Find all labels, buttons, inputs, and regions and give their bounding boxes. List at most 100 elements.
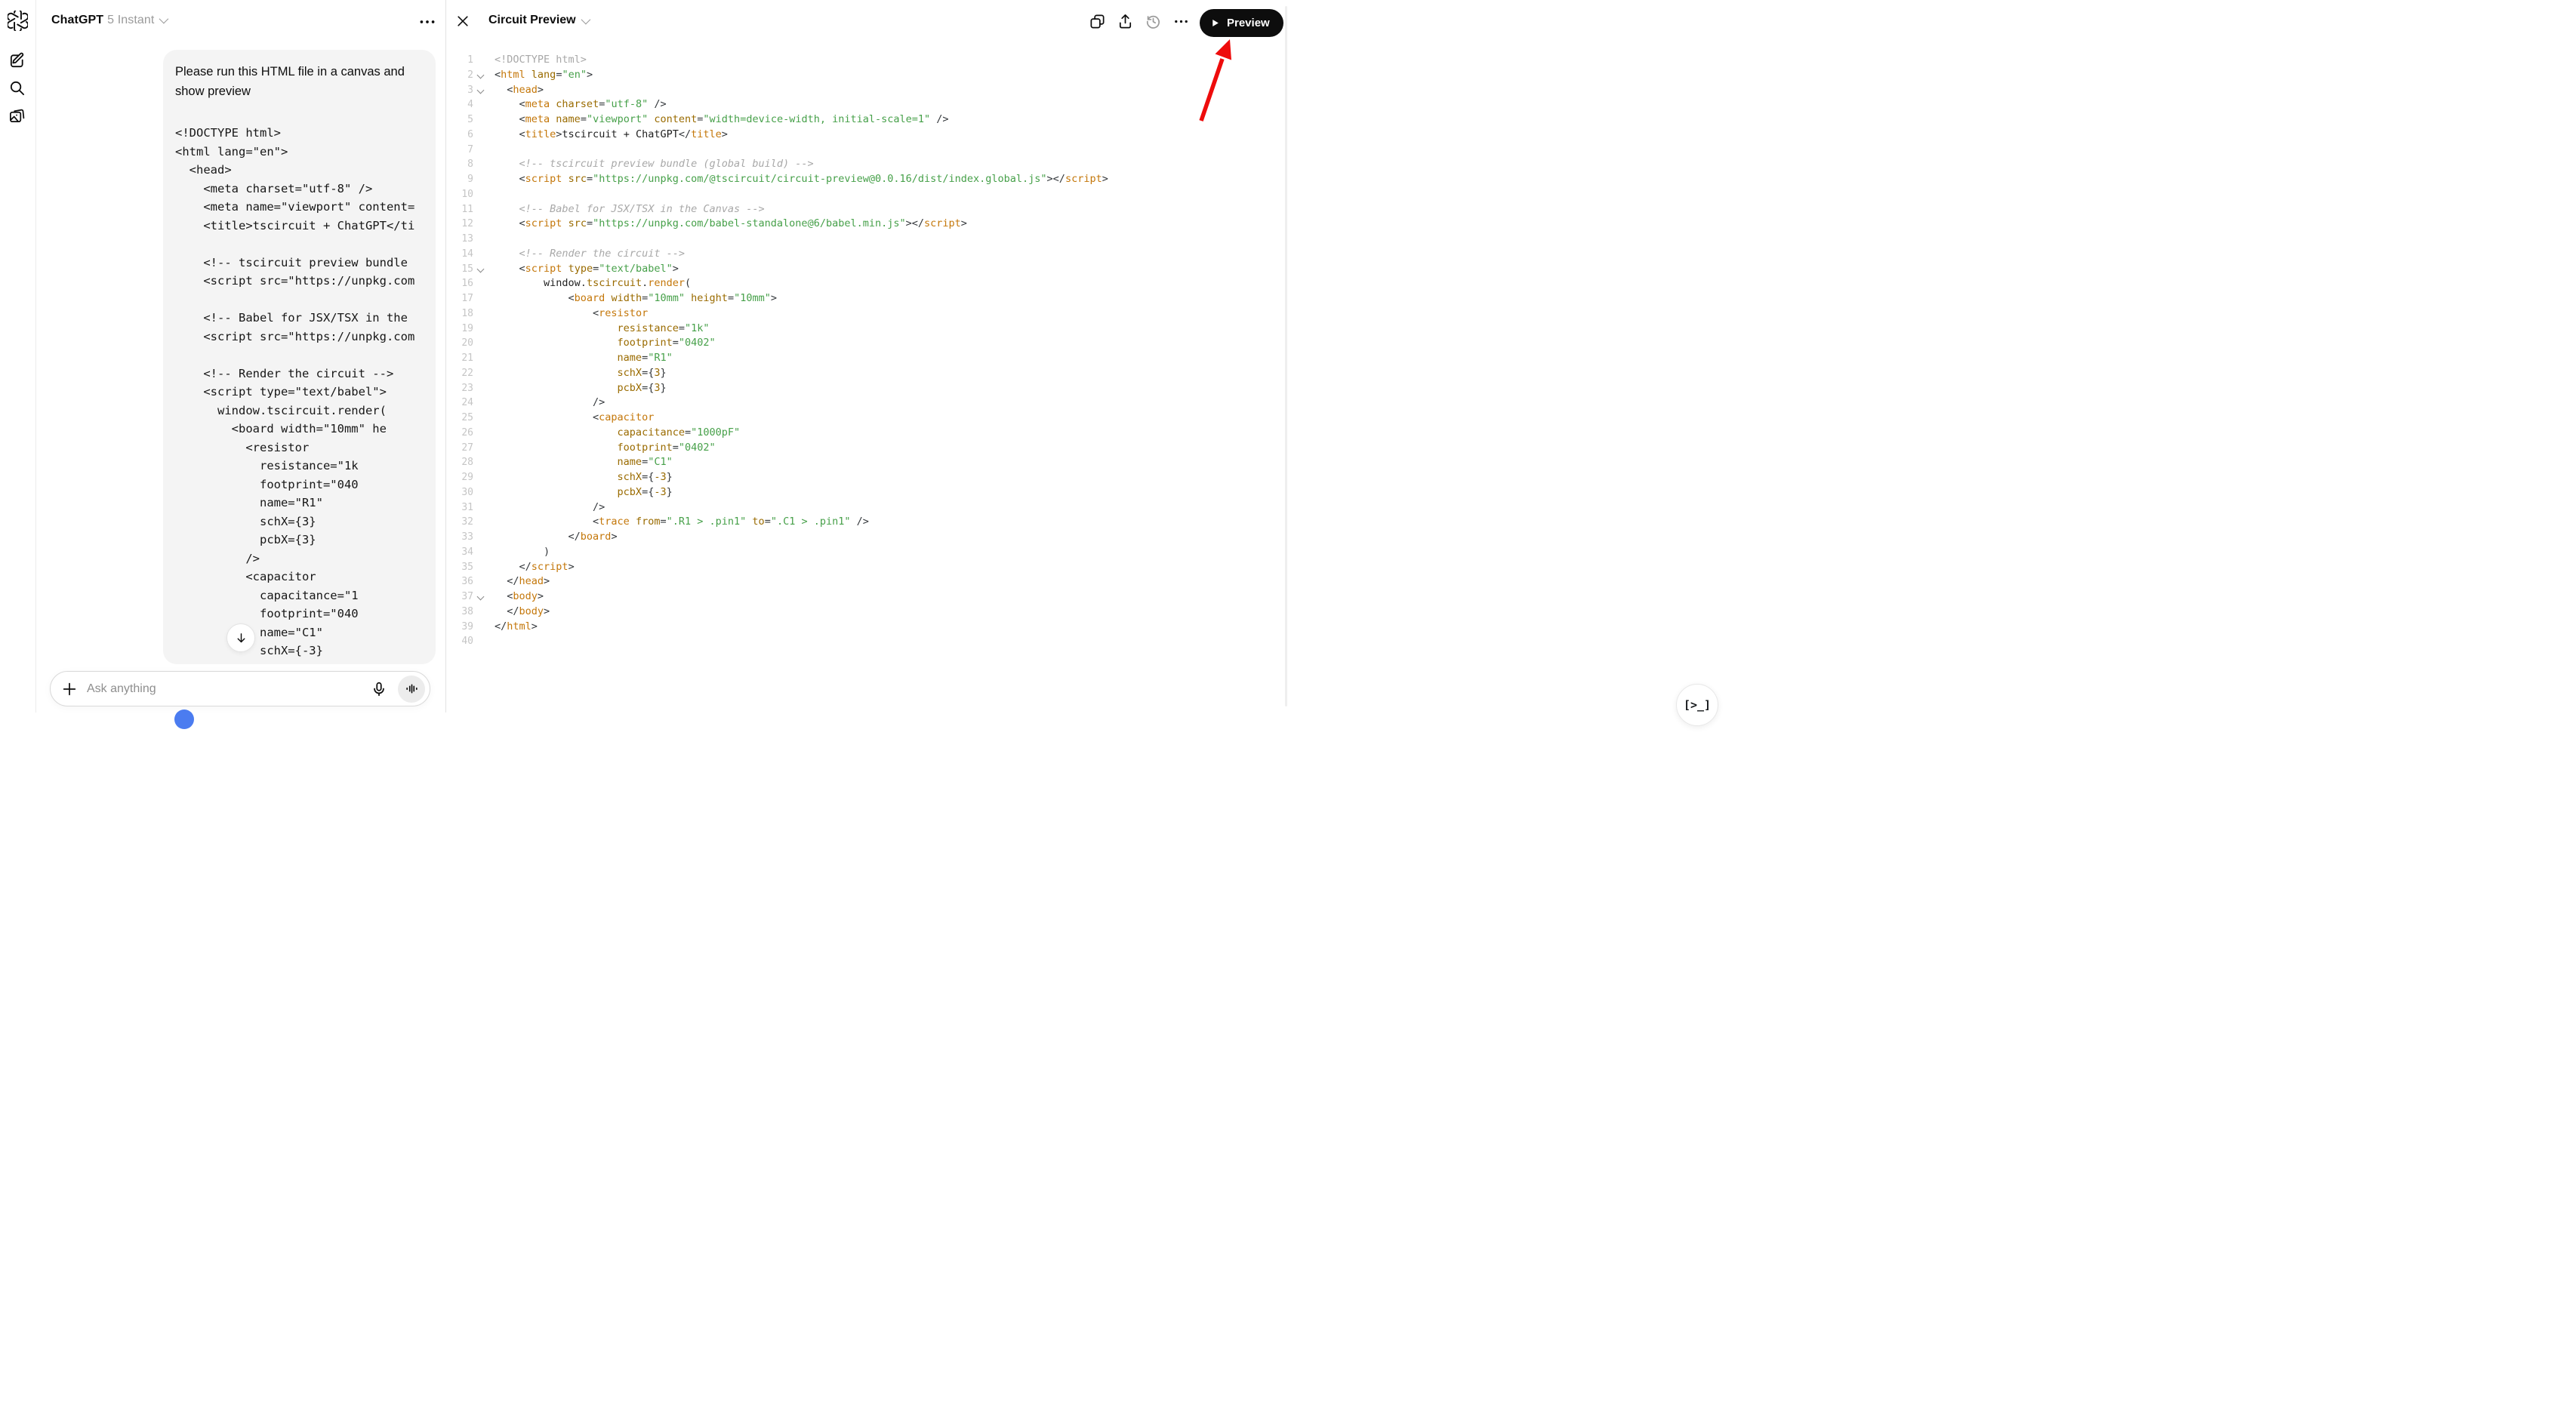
editor-line[interactable]: 35 </script> xyxy=(446,560,1289,575)
canvas-title-dropdown[interactable]: Circuit Preview xyxy=(488,14,588,27)
left-rail xyxy=(0,0,36,712)
editor-line[interactable]: 7 xyxy=(446,143,1289,158)
message-input[interactable] xyxy=(87,682,371,696)
fold-spacer xyxy=(473,470,487,485)
share-icon[interactable] xyxy=(1117,13,1134,30)
fold-spacer xyxy=(473,351,487,366)
fold-spacer xyxy=(473,485,487,500)
editor-line[interactable]: 40 xyxy=(446,634,1289,649)
fold-chevron-icon[interactable] xyxy=(473,68,487,83)
fold-spacer xyxy=(473,560,487,575)
editor-line[interactable]: 27 footprint="0402" xyxy=(446,441,1289,456)
editor-line[interactable]: 36 </head> xyxy=(446,574,1289,589)
copy-icon[interactable] xyxy=(1089,13,1106,30)
editor-line[interactable]: 10 xyxy=(446,187,1289,202)
chevron-down-icon xyxy=(581,14,590,24)
voice-mode-icon[interactable] xyxy=(398,676,425,703)
model-name: 5 Instant xyxy=(107,14,154,26)
editor-line[interactable]: 15 <script type="text/babel"> xyxy=(446,262,1289,277)
editor-line[interactable]: 1<!DOCTYPE html> xyxy=(446,53,1289,68)
code-text: name="C1" xyxy=(487,455,1289,470)
scroll-to-bottom-button[interactable] xyxy=(226,623,255,652)
editor-line[interactable]: 2<html lang="en"> xyxy=(446,68,1289,83)
fold-chevron-icon[interactable] xyxy=(473,589,487,605)
editor-line[interactable]: 18 <resistor xyxy=(446,306,1289,322)
fold-chevron-icon[interactable] xyxy=(473,83,487,98)
editor-line[interactable]: 24 /> xyxy=(446,395,1289,411)
editor-line[interactable]: 29 schX={-3} xyxy=(446,470,1289,485)
attach-plus-icon[interactable] xyxy=(61,681,78,697)
line-number: 34 xyxy=(446,545,473,560)
code-text: pcbX={-3} xyxy=(487,485,1289,500)
conversation-menu-icon[interactable] xyxy=(418,12,437,32)
editor-line[interactable]: 20 footprint="0402" xyxy=(446,336,1289,351)
editor-line[interactable]: 11 <!-- Babel for JSX/TSX in the Canvas … xyxy=(446,202,1289,217)
library-icon[interactable] xyxy=(8,107,26,125)
editor-line[interactable]: 28 name="C1" xyxy=(446,455,1289,470)
editor-line[interactable]: 9 <script src="https://unpkg.com/@tscirc… xyxy=(446,172,1289,187)
model-selector[interactable]: ChatGPT 5 Instant xyxy=(51,14,166,27)
code-text: </script> xyxy=(487,560,1289,575)
line-number: 32 xyxy=(446,515,473,530)
fold-spacer xyxy=(473,605,487,620)
editor-line[interactable]: 22 schX={3} xyxy=(446,366,1289,381)
editor-line[interactable]: 16 window.tscircuit.render( xyxy=(446,276,1289,291)
line-number: 31 xyxy=(446,500,473,516)
editor-line[interactable]: 8 <!-- tscircuit preview bundle (global … xyxy=(446,157,1289,172)
code-text: <resistor xyxy=(487,306,1289,322)
editor-line[interactable]: 34 ) xyxy=(446,545,1289,560)
editor-line[interactable]: 4 <meta charset="utf-8" /> xyxy=(446,97,1289,112)
editor-line[interactable]: 17 <board width="10mm" height="10mm"> xyxy=(446,291,1289,306)
editor-line[interactable]: 37 <body> xyxy=(446,589,1289,605)
new-chat-icon[interactable] xyxy=(8,52,26,69)
editor-line[interactable]: 25 <capacitor xyxy=(446,411,1289,426)
code-editor[interactable]: 1<!DOCTYPE html>2<html lang="en">3 <head… xyxy=(446,53,1289,649)
line-number: 22 xyxy=(446,366,473,381)
line-number: 8 xyxy=(446,157,473,172)
code-text xyxy=(487,232,1289,247)
editor-line[interactable]: 5 <meta name="viewport" content="width=d… xyxy=(446,112,1289,128)
more-options-icon[interactable] xyxy=(1172,13,1190,30)
close-canvas-icon[interactable] xyxy=(455,14,470,29)
code-text: <script type="text/babel"> xyxy=(487,262,1289,277)
editor-line[interactable]: 3 <head> xyxy=(446,83,1289,98)
line-number: 3 xyxy=(446,83,473,98)
editor-line[interactable]: 13 xyxy=(446,232,1289,247)
line-number: 15 xyxy=(446,262,473,277)
editor-line[interactable]: 30 pcbX={-3} xyxy=(446,485,1289,500)
code-text: footprint="0402" xyxy=(487,336,1289,351)
editor-line[interactable]: 21 name="R1" xyxy=(446,351,1289,366)
editor-line[interactable]: 32 <trace from=".R1 > .pin1" to=".C1 > .… xyxy=(446,515,1289,530)
editor-line[interactable]: 23 pcbX={3} xyxy=(446,381,1289,396)
search-icon[interactable] xyxy=(8,79,26,97)
line-number: 36 xyxy=(446,574,473,589)
editor-line[interactable]: 31 /> xyxy=(446,500,1289,516)
fold-spacer xyxy=(473,232,487,247)
fold-spacer xyxy=(473,634,487,649)
editor-line[interactable]: 39</html> xyxy=(446,620,1289,635)
code-text: <script src="https://unpkg.com/babel-sta… xyxy=(487,217,1289,232)
console-fab-icon[interactable]: [>_] xyxy=(1676,684,1718,726)
line-number: 29 xyxy=(446,470,473,485)
canvas-title: Circuit Preview xyxy=(488,14,576,27)
editor-line[interactable]: 19 resistance="1k" xyxy=(446,322,1289,337)
fold-spacer xyxy=(473,620,487,635)
editor-line[interactable]: 12 <script src="https://unpkg.com/babel-… xyxy=(446,217,1289,232)
mic-icon[interactable] xyxy=(371,681,387,697)
code-text: <html lang="en"> xyxy=(487,68,1289,83)
openai-logo-icon[interactable] xyxy=(8,11,28,31)
play-icon xyxy=(1210,18,1220,28)
editor-line[interactable]: 38 </body> xyxy=(446,605,1289,620)
fold-spacer xyxy=(473,322,487,337)
editor-line[interactable]: 26 capacitance="1000pF" xyxy=(446,426,1289,441)
history-icon[interactable] xyxy=(1145,13,1162,30)
preview-button-label: Preview xyxy=(1227,17,1270,29)
editor-line[interactable]: 6 <title>tscircuit + ChatGPT</title> xyxy=(446,128,1289,143)
line-number: 23 xyxy=(446,381,473,396)
editor-line[interactable]: 14 <!-- Render the circuit --> xyxy=(446,247,1289,262)
preview-button[interactable]: Preview xyxy=(1200,9,1283,37)
fold-chevron-icon[interactable] xyxy=(473,262,487,277)
editor-line[interactable]: 33 </board> xyxy=(446,530,1289,545)
editor-scrollbar[interactable] xyxy=(1285,6,1287,706)
app-title: ChatGPT xyxy=(51,14,103,26)
